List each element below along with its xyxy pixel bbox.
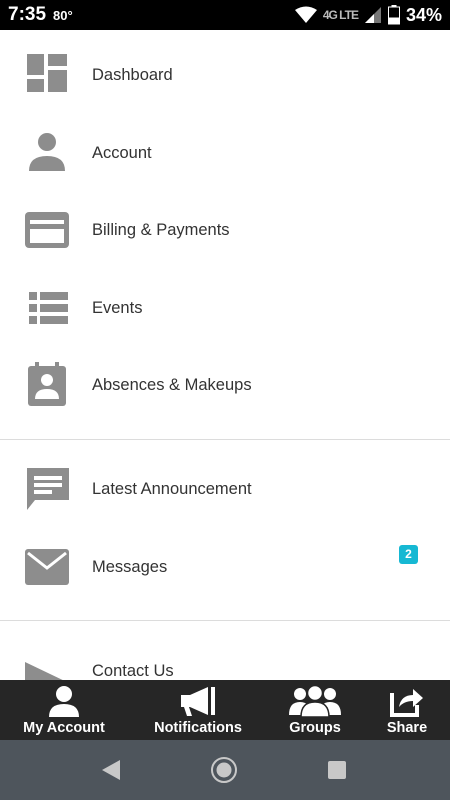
battery-percentage: 34% (405, 4, 442, 25)
envelope-icon (23, 544, 71, 590)
unread-badge: 2 (399, 545, 418, 564)
tab-share[interactable]: Share (370, 680, 444, 740)
tab-groups[interactable]: Groups (274, 680, 356, 740)
menu-item-contact[interactable]: Contact Us (0, 634, 450, 680)
status-time: 7:35 (8, 4, 47, 25)
menu-item-label: Contact Us (92, 662, 174, 680)
tab-notifications[interactable]: Notifications (142, 680, 254, 740)
dashboard-icon (23, 52, 71, 98)
menu-item-label: Account (92, 144, 152, 162)
tab-label: Groups (289, 720, 341, 736)
tab-label: Share (386, 720, 428, 736)
user-icon (47, 685, 81, 722)
menu-item-absences[interactable]: Absences & Makeups (0, 348, 450, 422)
status-temperature: 80° (53, 8, 73, 23)
menu-item-dashboard[interactable]: Dashboard (0, 38, 450, 112)
tab-label: Notifications (154, 720, 242, 736)
megaphone-icon (180, 685, 216, 722)
tab-my-account[interactable]: My Account (8, 680, 120, 740)
system-nav-bar (0, 740, 450, 800)
wifi-icon (294, 6, 317, 23)
menu-item-announcement[interactable]: Latest Announcement (0, 452, 450, 526)
list-icon (23, 285, 71, 331)
battery-icon (387, 5, 400, 25)
signal-icon (364, 7, 381, 23)
recents-icon[interactable] (322, 755, 352, 785)
home-icon[interactable] (209, 755, 239, 785)
menu-divider (0, 439, 450, 440)
calendar-person-icon (23, 362, 71, 408)
credit-card-icon (23, 207, 71, 253)
person-icon (23, 130, 71, 176)
tab-label: My Account (23, 720, 105, 736)
menu-item-label: Dashboard (92, 66, 173, 84)
menu-item-label: Events (92, 299, 143, 317)
announcement-icon (23, 466, 71, 512)
menu-divider (0, 620, 450, 621)
network-type: 4G LTE (322, 8, 359, 22)
bottom-tab-bar: My Account Notifications Groups Share (0, 680, 450, 740)
navigation-menu: Dashboard Account Billing & Payments Eve… (0, 30, 450, 680)
back-icon[interactable] (97, 755, 127, 785)
status-bar: 7:35 80° 4G LTE 34% (0, 0, 450, 30)
menu-item-messages[interactable]: Messages 2 (0, 530, 450, 604)
menu-item-label: Messages (92, 558, 168, 576)
menu-item-account[interactable]: Account (0, 116, 450, 190)
send-icon (23, 648, 71, 680)
menu-item-label: Absences & Makeups (92, 376, 252, 394)
menu-item-billing[interactable]: Billing & Payments (0, 193, 450, 267)
menu-item-label: Billing & Payments (92, 221, 230, 239)
group-icon (289, 684, 341, 722)
menu-item-label: Latest Announcement (92, 480, 252, 498)
share-icon (389, 685, 425, 722)
menu-item-events[interactable]: Events (0, 271, 450, 345)
